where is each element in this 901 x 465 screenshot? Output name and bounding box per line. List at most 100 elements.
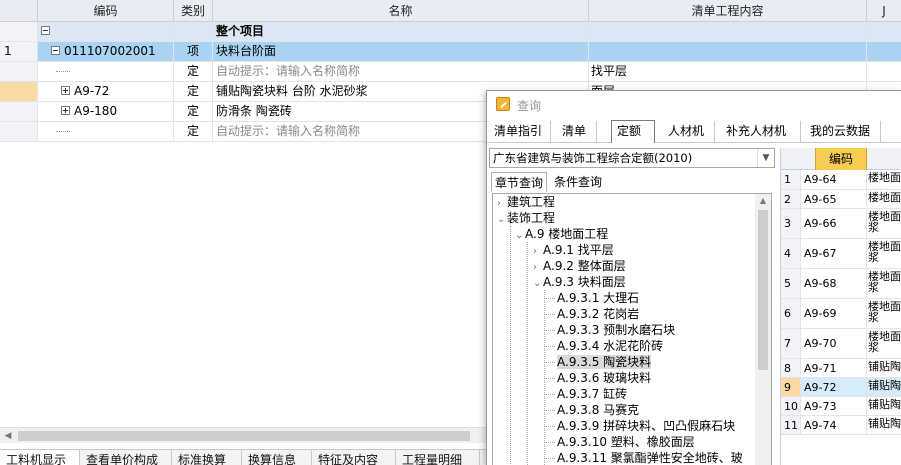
row-extra[interactable] bbox=[867, 42, 901, 61]
tree-leaf[interactable]: A.9.3.1 大理石 bbox=[545, 290, 639, 306]
tab-bill-guide[interactable]: 清单指引 bbox=[489, 121, 551, 142]
tab-chapter-search[interactable]: 章节查询 bbox=[491, 172, 547, 192]
chevron-down-icon[interactable]: ⌄ bbox=[497, 212, 507, 228]
grid-row-group[interactable]: 整个项目 bbox=[0, 22, 901, 42]
grid-header-category[interactable]: 类别 bbox=[174, 0, 213, 22]
tree-line bbox=[56, 71, 70, 72]
row-code-cell[interactable] bbox=[38, 62, 174, 81]
list-item[interactable]: 8 A9-71 铺贴陶 bbox=[781, 359, 901, 378]
tree-leaf[interactable]: A.9.3.9 拼碎块料、凹凸假麻石块 bbox=[545, 418, 735, 434]
grid-header-name[interactable]: 名称 bbox=[213, 0, 589, 22]
list-row-number: 9 bbox=[781, 378, 801, 396]
grid-row-item[interactable]: 1 011107002001 项 块料台阶面 bbox=[0, 42, 901, 62]
tab-unit-price-breakdown[interactable]: 查看单价构成 bbox=[80, 450, 172, 465]
list-item[interactable]: 3 A9-66 楼地面浆 bbox=[781, 209, 901, 239]
grid-row-quota[interactable]: 定 自动提示：请输入名称简称 找平层 bbox=[0, 62, 901, 82]
row-category[interactable]: 定 bbox=[174, 122, 213, 141]
list-item[interactable]: 6 A9-69 楼地面浆 bbox=[781, 299, 901, 329]
row-extra[interactable] bbox=[867, 22, 901, 41]
list-row-name: 铺贴陶 bbox=[868, 360, 901, 373]
tab-quota[interactable]: 定额 bbox=[611, 120, 655, 143]
list-item[interactable]: 5 A9-68 楼地面浆 bbox=[781, 269, 901, 299]
collapse-toggle-icon[interactable] bbox=[51, 46, 60, 55]
row-number bbox=[0, 62, 38, 81]
tree-vertical-scrollbar[interactable]: ▲ bbox=[755, 194, 771, 465]
tree-leaf[interactable]: A.9.3.10 塑料、橡胶面层 bbox=[545, 434, 695, 450]
list-row-code: A9-64 bbox=[801, 170, 867, 189]
chevron-down-icon[interactable]: ▼ bbox=[757, 149, 774, 167]
grid-header-extra[interactable]: J bbox=[867, 0, 901, 22]
tree-node-building[interactable]: › 建筑工程 bbox=[497, 194, 555, 210]
row-content[interactable] bbox=[589, 22, 867, 41]
tree-leaf[interactable]: A.9.3.7 缸砖 bbox=[545, 386, 627, 402]
row-extra[interactable] bbox=[867, 62, 901, 81]
scroll-left-icon[interactable]: ◀ bbox=[0, 428, 16, 444]
list-row-name: 楼地面 bbox=[868, 191, 901, 204]
tab-standard-conversion[interactable]: 标准换算 bbox=[172, 450, 242, 465]
tree-node-a9[interactable]: ⌄ A.9 楼地面工程 bbox=[515, 226, 608, 242]
list-item[interactable]: 2 A9-65 楼地面 bbox=[781, 190, 901, 209]
row-name[interactable]: 块料台阶面 bbox=[213, 42, 589, 61]
search-mode-tabs: 章节查询 条件查询 bbox=[491, 172, 775, 192]
tab-bill[interactable]: 清单 bbox=[557, 121, 597, 142]
tree-node-a93[interactable]: ⌄ A.9.3 块料面层 bbox=[533, 274, 626, 290]
scroll-up-icon[interactable]: ▲ bbox=[755, 194, 771, 208]
quota-list-header-code[interactable]: 编码 bbox=[815, 148, 867, 170]
chevron-down-icon[interactable]: ⌄ bbox=[515, 228, 525, 244]
dialog-titlebar[interactable]: 查询 bbox=[487, 91, 901, 119]
row-code-cell[interactable] bbox=[38, 22, 174, 41]
chevron-down-icon[interactable]: ⌄ bbox=[533, 276, 543, 292]
tab-labor-material-display[interactable]: 工料机显示 bbox=[0, 450, 80, 465]
row-category[interactable]: 定 bbox=[174, 82, 213, 101]
row-code: A9-180 bbox=[74, 104, 118, 118]
tree-leaf[interactable]: A.9.3.6 玻璃块料 bbox=[545, 370, 651, 386]
list-item-selected[interactable]: 9 A9-72 铺贴陶 bbox=[781, 378, 901, 397]
list-item[interactable]: 4 A9-67 楼地面浆 bbox=[781, 239, 901, 269]
tree-leaf[interactable]: A.9.3.3 预制水磨石块 bbox=[545, 322, 675, 338]
tab-my-cloud-data[interactable]: 我的云数据 bbox=[805, 121, 881, 142]
row-code-cell[interactable]: 011107002001 bbox=[38, 42, 174, 61]
tree-leaf-selected[interactable]: A.9.3.5 陶瓷块料 bbox=[545, 354, 652, 370]
tab-condition-search[interactable]: 条件查询 bbox=[551, 172, 609, 192]
row-code-cell[interactable] bbox=[38, 122, 174, 141]
grid-header-code[interactable]: 编码 bbox=[38, 0, 174, 22]
tree-leaf[interactable]: A.9.3.11 聚氯酯弹性安全地砖、玻 bbox=[545, 450, 743, 465]
list-row-code: A9-69 bbox=[801, 299, 867, 328]
scrollbar-thumb[interactable] bbox=[758, 210, 768, 370]
list-item[interactable]: 7 A9-70 楼地面浆 bbox=[781, 329, 901, 359]
tab-features-content[interactable]: 特征及内容 bbox=[312, 450, 396, 465]
row-category[interactable] bbox=[174, 22, 213, 41]
scrollbar-thumb[interactable] bbox=[18, 431, 470, 441]
row-category[interactable]: 定 bbox=[174, 102, 213, 121]
row-name-hint[interactable]: 自动提示：请输入名称简称 bbox=[213, 62, 589, 81]
expand-toggle-icon[interactable] bbox=[61, 106, 70, 115]
grid-header-content[interactable]: 清单工程内容 bbox=[589, 0, 867, 22]
row-category[interactable]: 项 bbox=[174, 42, 213, 61]
list-item[interactable]: 11 A9-74 铺贴陶 bbox=[781, 416, 901, 435]
tab-conversion-info[interactable]: 换算信息 bbox=[242, 450, 312, 465]
collapse-toggle-icon[interactable] bbox=[41, 26, 50, 35]
tree-leaf[interactable]: A.9.3.8 马赛克 bbox=[545, 402, 639, 418]
expand-toggle-icon[interactable] bbox=[61, 86, 70, 95]
list-row-code: A9-65 bbox=[801, 190, 867, 208]
tree-branch bbox=[545, 362, 555, 363]
quota-library-select[interactable]: 广东省建筑与装饰工程综合定额(2010) ▼ bbox=[489, 148, 775, 168]
tab-labor-material[interactable]: 人材机 bbox=[663, 121, 715, 142]
row-code-cell[interactable]: A9-180 bbox=[38, 102, 174, 121]
tree-leaf[interactable]: A.9.3.4 水泥花阶砖 bbox=[545, 338, 663, 354]
tree-node-a91[interactable]: › A.9.1 找平层 bbox=[533, 242, 614, 258]
grid-horizontal-scrollbar[interactable]: ◀ bbox=[0, 427, 490, 443]
tab-quantity-details[interactable]: 工程量明细 bbox=[396, 450, 480, 465]
tree-node-a92[interactable]: › A.9.2 整体面层 bbox=[533, 258, 626, 274]
row-category[interactable]: 定 bbox=[174, 62, 213, 81]
list-item[interactable]: 1 A9-64 楼地面 bbox=[781, 170, 901, 190]
tree-node-decoration[interactable]: ⌄ 装饰工程 bbox=[497, 210, 555, 226]
tree-leaf[interactable]: A.9.3.2 花岗岩 bbox=[545, 306, 639, 322]
row-code-cell[interactable]: A9-72 bbox=[38, 82, 174, 101]
row-content[interactable]: 找平层 bbox=[589, 62, 867, 81]
list-item[interactable]: 10 A9-73 铺贴陶 bbox=[781, 397, 901, 416]
tab-supplementary-material[interactable]: 补充人材机 bbox=[721, 121, 801, 142]
row-content[interactable] bbox=[589, 42, 867, 61]
tree-branch bbox=[545, 314, 555, 315]
row-name[interactable]: 整个项目 bbox=[213, 22, 589, 41]
